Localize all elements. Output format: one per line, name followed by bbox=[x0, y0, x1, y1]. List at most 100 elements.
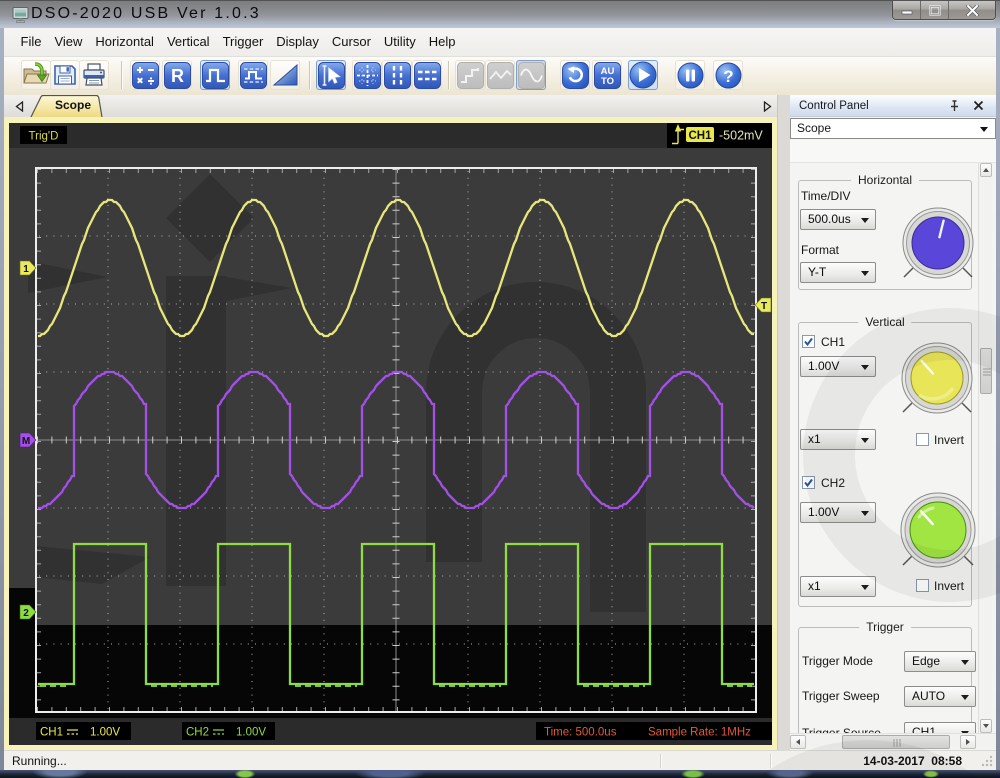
grid-icon bbox=[353, 61, 381, 89]
ch1-knob[interactable] bbox=[897, 338, 977, 418]
tab-scroll-left-button[interactable] bbox=[13, 99, 26, 113]
toolbar-separator bbox=[448, 61, 450, 89]
scroll-up-button[interactable] bbox=[980, 163, 992, 177]
menu-vertical[interactable]: Vertical bbox=[160, 28, 216, 56]
svg-text:M: M bbox=[22, 436, 30, 447]
menu-view[interactable]: View bbox=[48, 28, 89, 56]
app-window: DSO-2020 USB Ver 1.0.3 File View Horizon… bbox=[0, 0, 1000, 778]
timediv-value: 500.0us bbox=[808, 212, 851, 226]
panel-hscrollbar[interactable] bbox=[790, 733, 996, 749]
horizontal-cursors-icon bbox=[413, 61, 441, 89]
ch1-checkbox[interactable] bbox=[802, 335, 815, 348]
start-button[interactable] bbox=[628, 60, 658, 90]
scroll-right-button[interactable] bbox=[960, 735, 976, 749]
tab-scroll-right-button[interactable] bbox=[761, 99, 774, 113]
trigger-channel: CH1 bbox=[688, 130, 712, 142]
pause-button[interactable] bbox=[675, 60, 705, 90]
check-icon bbox=[804, 478, 813, 488]
trigger-mode-value: Edge bbox=[912, 654, 941, 668]
close-button[interactable] bbox=[949, 1, 995, 19]
cursor-button[interactable] bbox=[316, 60, 346, 90]
ch2-scale-combo[interactable]: 1.00V bbox=[800, 502, 876, 523]
ch1-mult-combo[interactable]: x1 bbox=[800, 429, 876, 450]
refresh-button[interactable] bbox=[560, 60, 590, 90]
menu-display[interactable]: Display bbox=[270, 28, 326, 56]
linear-interpolation-button[interactable] bbox=[485, 60, 515, 90]
horizontal-knob[interactable] bbox=[898, 203, 978, 283]
ch2-checkbox[interactable] bbox=[802, 476, 815, 489]
panel-title: Control Panel bbox=[799, 100, 869, 112]
math-icon bbox=[131, 61, 159, 89]
trigger-sweep-value: AUTO bbox=[912, 689, 946, 703]
auto-set-icon: AU TO bbox=[593, 61, 621, 89]
save-icon bbox=[54, 65, 76, 85]
menu-horizontal[interactable]: Horizontal bbox=[89, 28, 161, 56]
pin-icon[interactable] bbox=[949, 100, 960, 112]
menu-utility[interactable]: Utility bbox=[377, 28, 422, 56]
cursor-icon bbox=[317, 61, 345, 89]
resize-grip[interactable] bbox=[980, 754, 994, 768]
ch1-mult-value: x1 bbox=[808, 432, 821, 446]
horizontal-cursors-button[interactable] bbox=[412, 60, 442, 90]
toolbar-separator bbox=[121, 61, 123, 89]
maximize-button[interactable] bbox=[921, 1, 949, 19]
sine-interpolation-button[interactable] bbox=[516, 60, 546, 90]
scope-display[interactable]: Trig'D CH1 -502mV 1 M 2 T CH1 1.00V CH2 … bbox=[9, 123, 772, 745]
title-bar[interactable]: DSO-2020 USB Ver 1.0.3 bbox=[0, 0, 1000, 28]
window-border-left bbox=[0, 28, 4, 770]
status-bar: Running... 14-03-2017 08:58 bbox=[4, 750, 996, 770]
minimize-button[interactable] bbox=[893, 1, 921, 19]
scroll-down-button[interactable] bbox=[980, 719, 992, 733]
save-button[interactable] bbox=[50, 60, 80, 90]
grid-button[interactable] bbox=[352, 60, 382, 90]
auto-set-button[interactable]: AU TO bbox=[592, 60, 622, 90]
panel-splitter[interactable] bbox=[777, 95, 790, 750]
hscroll-thumb[interactable] bbox=[842, 735, 950, 749]
ramp-button[interactable] bbox=[270, 60, 300, 90]
reference-button[interactable]: R bbox=[162, 60, 192, 90]
wave-limits-button[interactable] bbox=[238, 60, 268, 90]
trigger-group: Trigger bbox=[798, 620, 972, 733]
ch1-scale-combo[interactable]: 1.00V bbox=[800, 356, 876, 377]
open-button[interactable] bbox=[21, 60, 51, 90]
refresh-icon bbox=[561, 61, 589, 89]
ch2-mult-combo[interactable]: x1 bbox=[800, 576, 876, 597]
vscroll-thumb[interactable] bbox=[980, 348, 992, 394]
trigger-source-combo[interactable]: CH1 bbox=[904, 722, 976, 733]
trigger-sweep-combo[interactable]: AUTO bbox=[904, 686, 976, 707]
start-icon bbox=[629, 61, 657, 89]
format-combo[interactable]: Y-T bbox=[800, 262, 876, 283]
help-button[interactable]: ? bbox=[713, 60, 743, 90]
step-interpolation-icon bbox=[456, 61, 484, 89]
caption-buttons bbox=[892, 1, 996, 20]
close-icon bbox=[965, 4, 979, 16]
svg-text:?: ? bbox=[723, 67, 733, 86]
panel-header[interactable]: Control Panel bbox=[790, 95, 996, 117]
ch1-label: CH1 bbox=[821, 335, 846, 349]
panel-selector-combo[interactable]: Scope bbox=[790, 118, 996, 139]
print-button[interactable] bbox=[79, 60, 109, 90]
panel-vscrollbar[interactable] bbox=[978, 163, 992, 733]
step-interpolation-button[interactable] bbox=[455, 60, 485, 90]
ch2-mult-value: x1 bbox=[808, 579, 821, 593]
panel-close-icon[interactable] bbox=[973, 100, 984, 111]
menu-help[interactable]: Help bbox=[422, 28, 462, 56]
svg-text:2: 2 bbox=[23, 608, 29, 619]
horizontal-group-label: Horizontal bbox=[850, 173, 920, 187]
ch2-invert-checkbox[interactable] bbox=[916, 579, 929, 592]
ch1-scale-value: 1.00V bbox=[808, 359, 840, 373]
tab-scope-label: Scope bbox=[54, 98, 91, 112]
menu-cursor[interactable]: Cursor bbox=[325, 28, 377, 56]
timediv-combo[interactable]: 500.0us bbox=[800, 209, 876, 230]
vertical-cursors-button[interactable] bbox=[382, 60, 412, 90]
trigger-mode-combo[interactable]: Edge bbox=[904, 651, 976, 672]
square-wave-button[interactable] bbox=[200, 60, 230, 90]
ch2-knob[interactable] bbox=[896, 488, 978, 572]
tab-bar: Scope bbox=[4, 95, 777, 117]
menu-file[interactable]: File bbox=[14, 28, 48, 56]
math-button[interactable] bbox=[130, 60, 160, 90]
menu-trigger[interactable]: Trigger bbox=[216, 28, 270, 56]
panel-strip bbox=[790, 140, 996, 163]
ch1-invert-checkbox[interactable] bbox=[916, 433, 929, 446]
scroll-left-button[interactable] bbox=[790, 735, 806, 749]
